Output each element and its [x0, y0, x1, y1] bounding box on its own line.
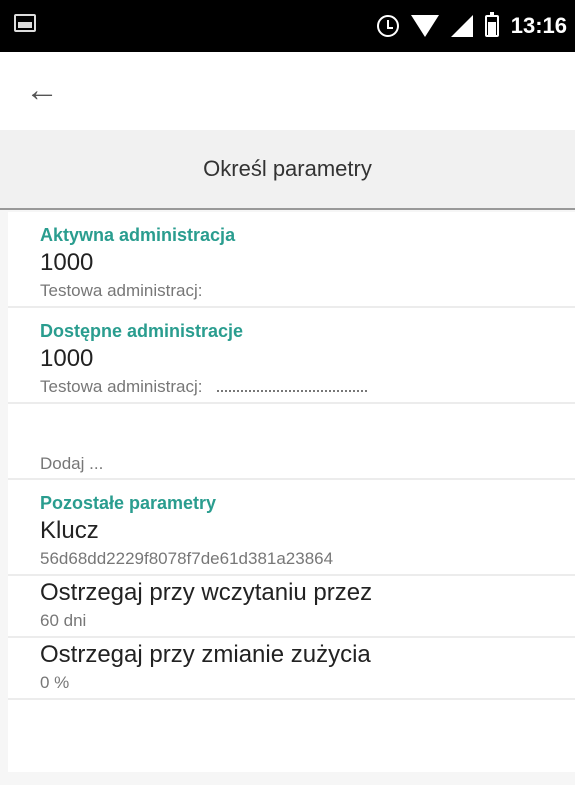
add-administration-button[interactable]: Dodaj ...	[8, 404, 575, 480]
section-header-other-parameters: Pozostałe parametry	[40, 493, 217, 513]
active-administration-id: 1000	[40, 249, 94, 276]
parameter-key-item[interactable]: Klucz 56d68dd2229f8078f7de61d381a23864	[8, 514, 575, 576]
image-icon	[14, 14, 36, 32]
page-title-text: Określ parametry	[203, 156, 372, 181]
dotted-separator	[217, 390, 368, 392]
available-administration-name: Testowa administracj:	[40, 376, 575, 402]
add-administration-label: Dodaj ...	[40, 454, 104, 473]
active-administration-item[interactable]: 1000 Testowa administracj:	[8, 246, 575, 308]
page-title: Określ parametry	[0, 130, 575, 210]
signal-icon	[450, 15, 473, 37]
parameter-usage-warning-title: Ostrzegaj przy zmianie zużycia	[40, 641, 371, 668]
section-header-available-administrations: Dostępne administracje	[40, 321, 244, 341]
parameter-key-value: 56d68dd2229f8078f7de61d381a23864	[40, 549, 334, 568]
arrow-left-icon: ←	[25, 71, 59, 109]
parameter-key-title: Klucz	[40, 517, 99, 544]
available-administration-id: 1000	[40, 345, 94, 372]
clock-time: 13:16	[510, 13, 567, 38]
status-bar: 13:16	[0, 0, 575, 52]
back-button[interactable]: ←	[24, 72, 60, 108]
parameter-read-warning-title: Ostrzegaj przy wczytaniu przez	[40, 579, 373, 606]
status-icons: 13:16	[376, 0, 567, 52]
alarm-icon	[376, 15, 399, 37]
parameter-read-warning-item[interactable]: Ostrzegaj przy wczytaniu przez 60 dni	[8, 576, 575, 638]
available-administration-item[interactable]: 1000 Testowa administracj:	[8, 342, 575, 404]
section-header-active-administration: Aktywna administracja	[40, 225, 236, 245]
wifi-icon	[410, 15, 439, 37]
battery-icon	[484, 12, 499, 37]
active-administration-name: Testowa administracj:	[40, 281, 203, 300]
parameter-usage-warning-item[interactable]: Ostrzegaj przy zmianie zużycia 0 %	[8, 638, 575, 700]
parameter-read-warning-value: 60 dni	[40, 611, 87, 630]
app-bar: ←	[0, 52, 575, 130]
parameter-usage-warning-value: 0 %	[40, 673, 70, 692]
settings-list: Aktywna administracja 1000 Testowa admin…	[8, 212, 575, 772]
available-administration-name-text: Testowa administracj:	[40, 377, 203, 396]
